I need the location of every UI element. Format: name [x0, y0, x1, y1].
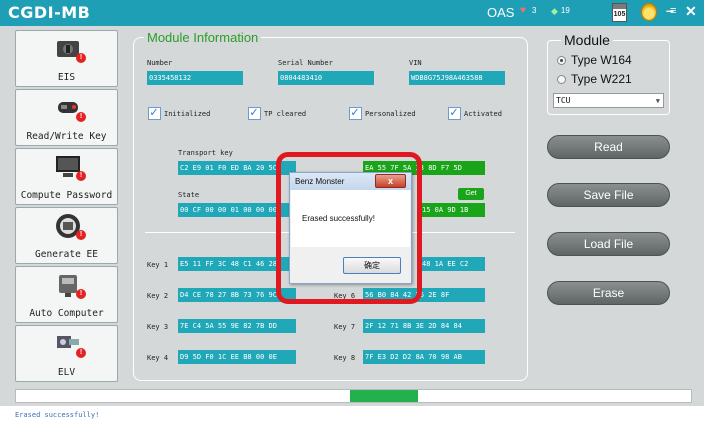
minimize-icon[interactable]: –: [666, 2, 674, 18]
key-4-label: Key 4: [147, 354, 169, 362]
calendar-icon[interactable]: 105: [612, 3, 627, 22]
key-2-label: Key 2: [147, 292, 169, 300]
module-information-title: Module Information: [144, 30, 262, 45]
sidebar-item-elv[interactable]: ! ELV: [15, 325, 118, 382]
alert-badge-icon: !: [76, 230, 86, 240]
app-title: CGDI-MB: [8, 3, 91, 22]
sidebar-item-auto-computer[interactable]: ! Auto Computer: [15, 266, 118, 323]
type-w221-radio[interactable]: Type W221: [557, 72, 632, 86]
personalized-checkbox[interactable]: Personalized: [349, 105, 416, 120]
checkbox-checked-icon: [448, 105, 461, 120]
save-file-button[interactable]: Save File: [547, 183, 670, 207]
title-bar: CGDI-MB OAS ♥ 3 ◆ 19 105 ≡ – ✕: [0, 0, 704, 26]
get-button[interactable]: Get: [458, 188, 484, 200]
key-5-field[interactable]: 48 1A EE C2: [420, 257, 485, 271]
app-window: CGDI-MB OAS ♥ 3 ◆ 19 105 ≡ – ✕ ! EIS ! R…: [0, 0, 704, 429]
sidebar-item-label: Auto Computer: [29, 308, 104, 319]
sidebar-item-label: Read/Write Key: [26, 131, 107, 142]
state-right-field[interactable]: 15 0A 9D 1B: [420, 203, 485, 217]
sidebar-item-label: Compute Password: [20, 190, 113, 201]
key-8-label: Key 8: [334, 354, 356, 362]
key-7-field[interactable]: 2F 12 71 8B 3E 2D 84 84: [363, 319, 485, 333]
checkbox-checked-icon: [248, 105, 261, 120]
red-highlight-outline: [276, 152, 422, 304]
key-4-field[interactable]: D9 5D F0 1C EE B8 00 0E: [178, 350, 296, 364]
serial-number-label: Serial Number: [278, 59, 333, 67]
transport-key-label: Transport key: [178, 149, 233, 157]
alert-badge-icon: !: [76, 289, 86, 299]
alert-badge-icon: !: [76, 53, 86, 63]
radio-unselected-icon: [557, 74, 566, 84]
key-7-label: Key 7: [334, 323, 356, 331]
close-icon[interactable]: ✕: [685, 3, 697, 20]
vin-label: VIN: [409, 59, 422, 67]
vin-field[interactable]: WDB8G75J98A463588: [409, 71, 505, 85]
module-title: Module: [561, 32, 613, 48]
sidebar-item-label: ELV: [57, 367, 76, 378]
diamonds-counter: ◆ 19: [551, 5, 570, 16]
radio-selected-icon: [557, 55, 566, 65]
sidebar-item-read-write-key[interactable]: ! Read/Write Key: [15, 89, 118, 146]
status-bar: Erased successfully!: [0, 406, 704, 429]
checkbox-checked-icon: [349, 105, 362, 120]
number-field[interactable]: 0335458132: [147, 71, 243, 85]
checkbox-checked-icon: [148, 105, 161, 120]
alert-badge-icon: !: [76, 112, 86, 122]
initialized-checkbox[interactable]: Initialized: [148, 105, 210, 120]
progress-bar: [15, 389, 692, 403]
read-button[interactable]: Read: [547, 135, 670, 159]
serial-number-field[interactable]: 0804483410: [278, 71, 374, 85]
status-text: Erased successfully!: [15, 411, 100, 419]
type-w164-radio[interactable]: Type W164: [557, 53, 632, 67]
medal-icon[interactable]: [641, 3, 657, 21]
sidebar-item-generate-ee[interactable]: ! Generate EE: [15, 207, 118, 264]
sidebar-item-label: EIS: [57, 72, 76, 83]
key-3-field[interactable]: 7E C4 5A 55 9E 82 7B DD: [178, 319, 296, 333]
state-label: State: [178, 191, 200, 199]
hearts-counter: ♥ 3: [520, 4, 537, 16]
key-1-label: Key 1: [147, 261, 169, 269]
key-3-label: Key 3: [147, 323, 169, 331]
progress-fill: [350, 390, 418, 402]
activated-checkbox[interactable]: Activated: [448, 105, 502, 120]
number-label: Number: [147, 59, 173, 67]
module-type-select[interactable]: TCU ▼: [553, 93, 664, 108]
heart-icon: ♥: [520, 4, 526, 16]
diamond-icon: ◆: [551, 5, 558, 16]
sidebar-item-eis[interactable]: ! EIS: [15, 30, 118, 87]
chevron-down-icon: ▼: [655, 97, 660, 105]
key-8-field[interactable]: 7F E3 D2 D2 8A 70 98 AB: [363, 350, 485, 364]
alert-badge-icon: !: [76, 171, 86, 181]
sidebar-item-compute-password[interactable]: ! Compute Password: [15, 148, 118, 205]
alert-badge-icon: !: [76, 348, 86, 358]
load-file-button[interactable]: Load File: [547, 232, 670, 256]
erase-button[interactable]: Erase: [547, 281, 670, 305]
tp-cleared-checkbox[interactable]: TP cleared: [248, 105, 306, 120]
oas-label: OAS: [487, 5, 515, 20]
sidebar-item-label: Generate EE: [35, 249, 98, 260]
